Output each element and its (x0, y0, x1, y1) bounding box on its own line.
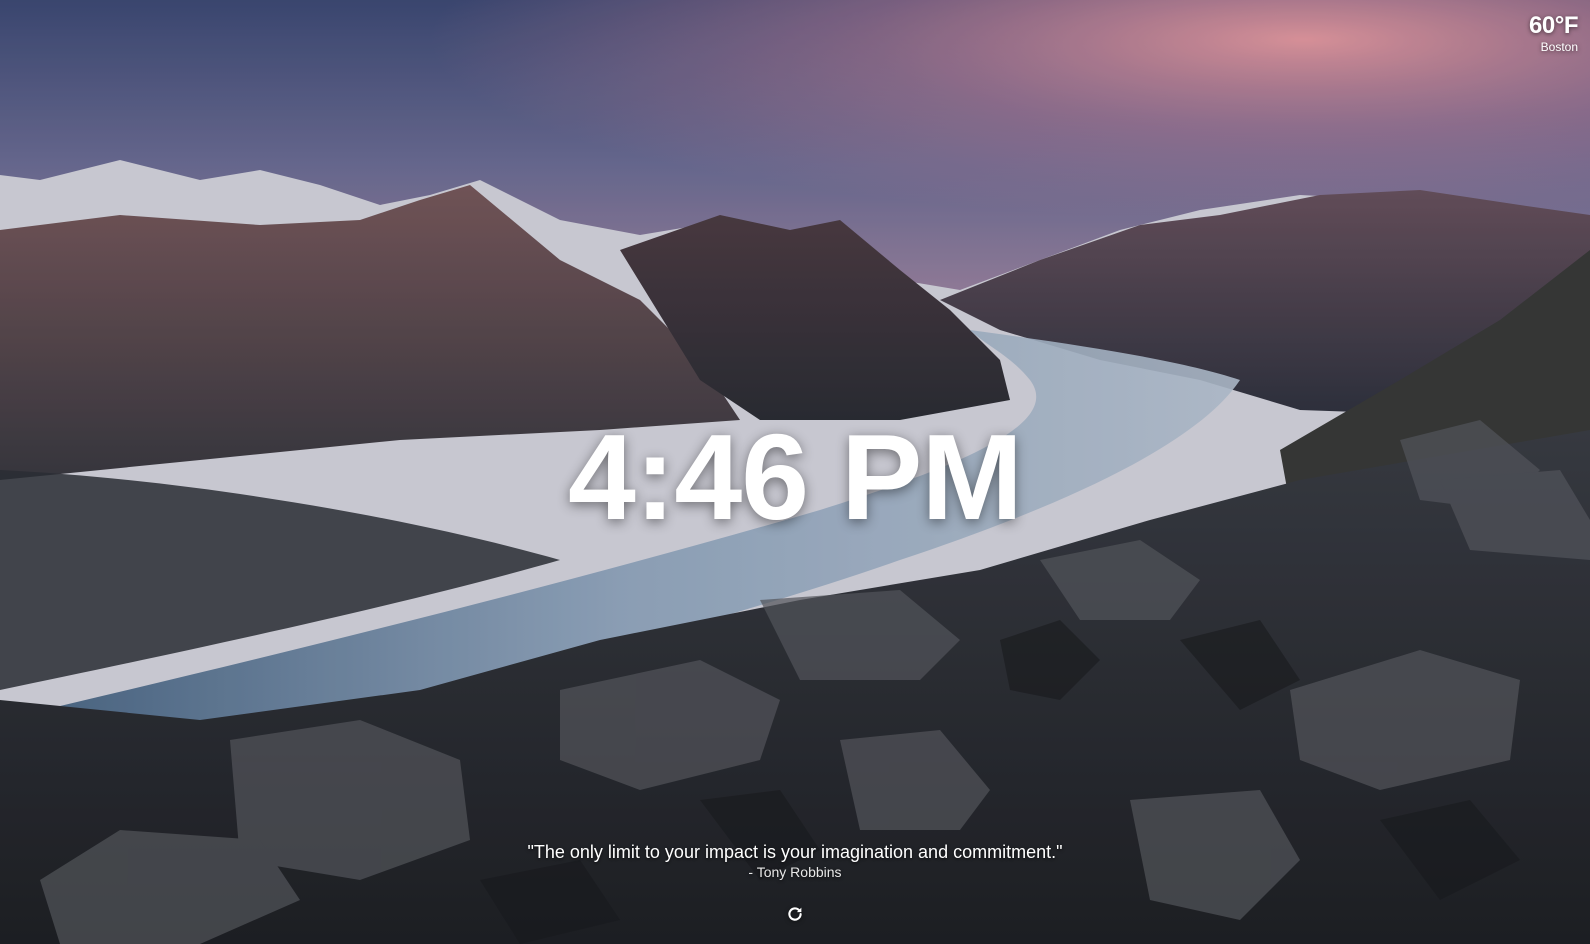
new-tab-page: 60°F Boston 4:46 PM "The only limit to y… (0, 0, 1590, 944)
quote-block: "The only limit to your impact is your i… (0, 841, 1590, 881)
refresh-icon (788, 907, 802, 921)
quote-author: - Tony Robbins (748, 864, 842, 880)
weather-temperature: 60°F (1529, 12, 1578, 39)
clock-time: 4:46 PM (567, 409, 1023, 545)
weather-widget[interactable]: 60°F Boston (1529, 12, 1578, 54)
weather-city: Boston (1540, 40, 1578, 54)
quote-text: "The only limit to your impact is your i… (527, 842, 1063, 862)
refresh-quote-button[interactable] (783, 902, 807, 926)
